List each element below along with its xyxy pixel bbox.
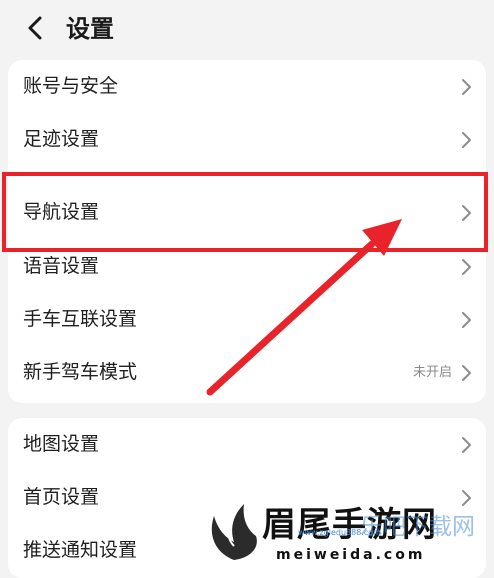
settings-item-map[interactable]: 地图设置 xyxy=(8,418,486,471)
watermark-small-url: www.zgledu888.com xyxy=(298,528,381,537)
settings-item-label: 导航设置 xyxy=(23,201,100,223)
settings-item-car-connect[interactable]: 手车互联设置 xyxy=(8,293,486,346)
settings-item-footprint[interactable]: 足迹设置 xyxy=(8,113,486,166)
settings-item-label: 账号与安全 xyxy=(23,75,119,97)
chevron-right-icon xyxy=(462,490,471,506)
chevron-right-icon xyxy=(462,437,471,453)
page-title: 设置 xyxy=(66,15,114,43)
settings-item-label: 首页设置 xyxy=(23,486,100,508)
settings-item-account-security[interactable]: 账号与安全 xyxy=(8,60,486,113)
top-bar: 设置 xyxy=(0,0,494,60)
chevron-right-icon xyxy=(462,132,471,148)
chevron-right-icon xyxy=(462,312,471,328)
back-arrow-icon[interactable] xyxy=(22,14,50,42)
settings-item-label: 新手驾车模式 xyxy=(23,361,138,383)
watermark-url: meiweida.com xyxy=(276,547,426,563)
settings-item-label: 语音设置 xyxy=(23,255,100,277)
status-text: 未开启 xyxy=(412,365,452,380)
watermark-logo-icon xyxy=(211,504,257,560)
settings-item-novice-mode[interactable]: 新手驾车模式 未开启 xyxy=(8,346,486,399)
chevron-right-icon xyxy=(462,79,471,95)
settings-item-label: 推送通知设置 xyxy=(23,539,138,561)
settings-item-navigation[interactable]: 导航设置 xyxy=(8,186,486,239)
chevron-right-icon xyxy=(462,205,471,221)
settings-item-label: 地图设置 xyxy=(23,433,100,455)
settings-group-primary: 账号与安全 足迹设置 导航设置 语音设置 手车互联设置 新手驾车模式 未开启 xyxy=(8,60,486,403)
settings-item-label: 足迹设置 xyxy=(23,128,100,150)
chevron-right-icon xyxy=(462,365,471,381)
chevron-right-icon xyxy=(462,259,471,275)
settings-item-voice[interactable]: 语音设置 xyxy=(8,240,486,293)
settings-item-label: 手车互联设置 xyxy=(23,308,138,330)
